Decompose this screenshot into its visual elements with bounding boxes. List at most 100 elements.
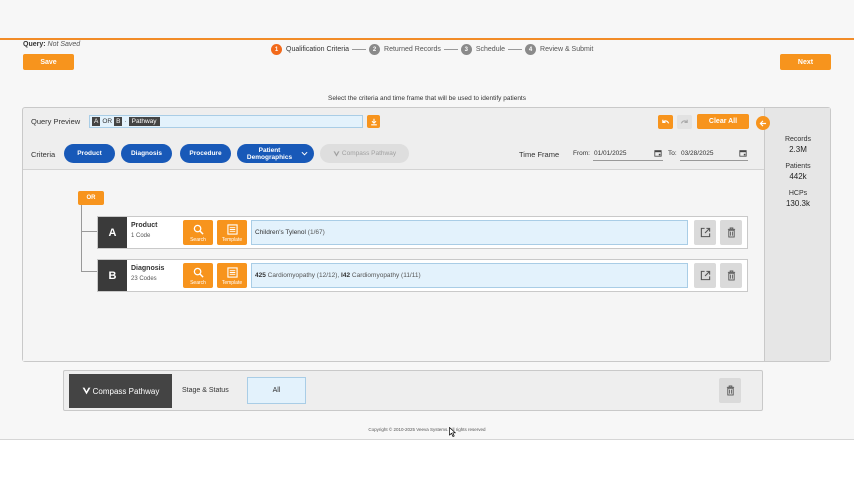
stage-status-label: Stage & Status (182, 387, 229, 394)
search-button-label: Search (190, 280, 206, 286)
download-icon (370, 118, 377, 125)
criteria-row-b: B Diagnosis 23 Codes Search Template 425… (97, 259, 748, 292)
tree-operator-badge[interactable]: OR (78, 191, 104, 205)
query-preview-label: Query Preview (31, 117, 81, 126)
query-preview-box: A OR B · Pathway (89, 115, 363, 128)
search-button[interactable]: Search (183, 220, 213, 245)
step-qualification-criteria[interactable]: 1 Qualification Criteria (271, 44, 349, 55)
stat-patients: Patients 442k (765, 163, 831, 181)
criteria-code-count: 23 Codes (131, 276, 157, 282)
step-review-submit[interactable]: 4 Review & Submit (525, 44, 593, 55)
calendar-icon[interactable] (739, 149, 747, 157)
trash-icon (727, 227, 735, 238)
from-date-field[interactable]: 01/01/2025 (593, 146, 663, 161)
undo-button[interactable] (658, 115, 673, 129)
pill-label: Compass Pathway (341, 150, 397, 157)
criteria-pill-procedure[interactable]: Procedure (180, 144, 231, 163)
query-chip-a: A (92, 117, 101, 126)
stat-label: HCPs (788, 190, 808, 197)
to-label: To: (668, 150, 677, 157)
step-connector (508, 49, 523, 50)
to-date-field[interactable]: 03/28/2025 (680, 146, 748, 161)
step-returned-records[interactable]: 2 Returned Records (369, 44, 441, 55)
step-label: Qualification Criteria (286, 46, 350, 53)
compass-brand-label: Compass Pathway (92, 386, 160, 396)
query-operator: OR (102, 118, 113, 125)
criteria-values-field[interactable]: Children's Tylenol (1/67) (251, 220, 688, 245)
query-status-label: Query: (23, 41, 46, 48)
open-external-icon (700, 270, 710, 281)
step-number: 2 (369, 44, 381, 55)
redo-button[interactable] (677, 115, 692, 129)
stat-hcps: HCPs 130.3k (765, 190, 831, 208)
criteria-name: Product (131, 222, 158, 229)
stage-status-field[interactable]: All (247, 377, 306, 404)
query-status: Query: Not Saved (23, 41, 80, 48)
save-button[interactable]: Save (23, 54, 74, 70)
template-button[interactable]: Template (217, 220, 247, 245)
stat-value: 130.3k (785, 199, 811, 208)
search-icon (193, 267, 204, 278)
search-button[interactable]: Search (183, 263, 213, 288)
delete-button[interactable] (720, 220, 742, 245)
edit-button[interactable] (694, 263, 716, 288)
search-button-label: Search (190, 237, 206, 243)
stat-label: Records (784, 136, 812, 143)
criteria-pill-diagnosis[interactable]: Diagnosis (121, 144, 172, 163)
criteria-tree-canvas: OR A Product 1 Code Search Template Chil… (23, 170, 764, 361)
compass-logo-icon (333, 150, 340, 157)
stat-value: 2.3M (789, 145, 807, 154)
top-accent-rule (0, 38, 854, 40)
criteria-name: Diagnosis (131, 265, 165, 272)
template-button-label: Template (221, 237, 243, 243)
step-schedule[interactable]: 3 Schedule (460, 44, 505, 55)
undo-icon (662, 119, 670, 124)
pill-label: Patient Demographics (246, 146, 293, 161)
page-instructions: Select the criteria and time frame that … (328, 95, 526, 102)
criteria-values-field[interactable]: 425 Cardiomyopathy (12/12), I42 Cardiomy… (251, 263, 688, 288)
from-label: From: (573, 150, 590, 157)
search-icon (193, 224, 204, 235)
collapse-sidebar-button[interactable] (756, 116, 770, 130)
time-frame-label: Time Frame (519, 150, 560, 159)
criteria-pill-compass-pathway[interactable]: Compass Pathway (320, 144, 409, 163)
delete-pathway-button[interactable] (719, 378, 741, 403)
open-external-icon (700, 227, 710, 238)
next-button[interactable]: Next (780, 54, 831, 70)
tree-connector (81, 231, 97, 232)
mouse-cursor-icon (449, 427, 456, 437)
delete-button[interactable] (720, 263, 742, 288)
calendar-icon[interactable] (654, 149, 662, 157)
step-label: Returned Records (384, 46, 441, 53)
copyright-footer: Copyright © 2010-2025 Veeva Systems. All… (368, 427, 486, 432)
compass-pathway-panel: Compass Pathway Stage & Status All (63, 370, 763, 411)
arrow-left-icon (759, 119, 767, 127)
template-button-label: Template (221, 280, 243, 286)
stat-value: 442k (789, 172, 807, 181)
diagnosis-code: 425 (255, 272, 266, 279)
step-connector (352, 49, 367, 50)
download-button[interactable] (367, 115, 380, 128)
step-number: 4 (525, 44, 537, 55)
query-status-value: Not Saved (47, 41, 81, 48)
criteria-panel: Query Preview A OR B · Pathway Clear All… (22, 107, 831, 362)
trash-icon (726, 385, 734, 396)
step-label: Review & Submit (540, 46, 594, 53)
clear-all-button[interactable]: Clear All (697, 114, 749, 129)
query-chip-pathway: Pathway (128, 117, 160, 126)
compass-logo-icon (82, 387, 91, 395)
template-icon (226, 267, 238, 278)
query-separator: · (124, 118, 127, 125)
criteria-pill-patient-demographics[interactable]: Patient Demographics (237, 144, 314, 163)
edit-button[interactable] (694, 220, 716, 245)
criteria-label: Criteria (31, 150, 56, 159)
criteria-value-detail: (1/67) (307, 229, 325, 236)
template-button[interactable]: Template (217, 263, 247, 288)
counts-sidebar: Records 2.3M Patients 442k HCPs 130.3k (756, 108, 831, 361)
criteria-letter: A (98, 217, 127, 248)
diagnosis-description: Cardiomyopathy (11/11) (351, 272, 421, 279)
to-date-value: 03/28/2025 (681, 149, 714, 157)
query-chip-b: B (114, 117, 123, 126)
criteria-pill-product[interactable]: Product (64, 144, 115, 163)
criteria-row-a: A Product 1 Code Search Template Childre… (97, 216, 748, 249)
